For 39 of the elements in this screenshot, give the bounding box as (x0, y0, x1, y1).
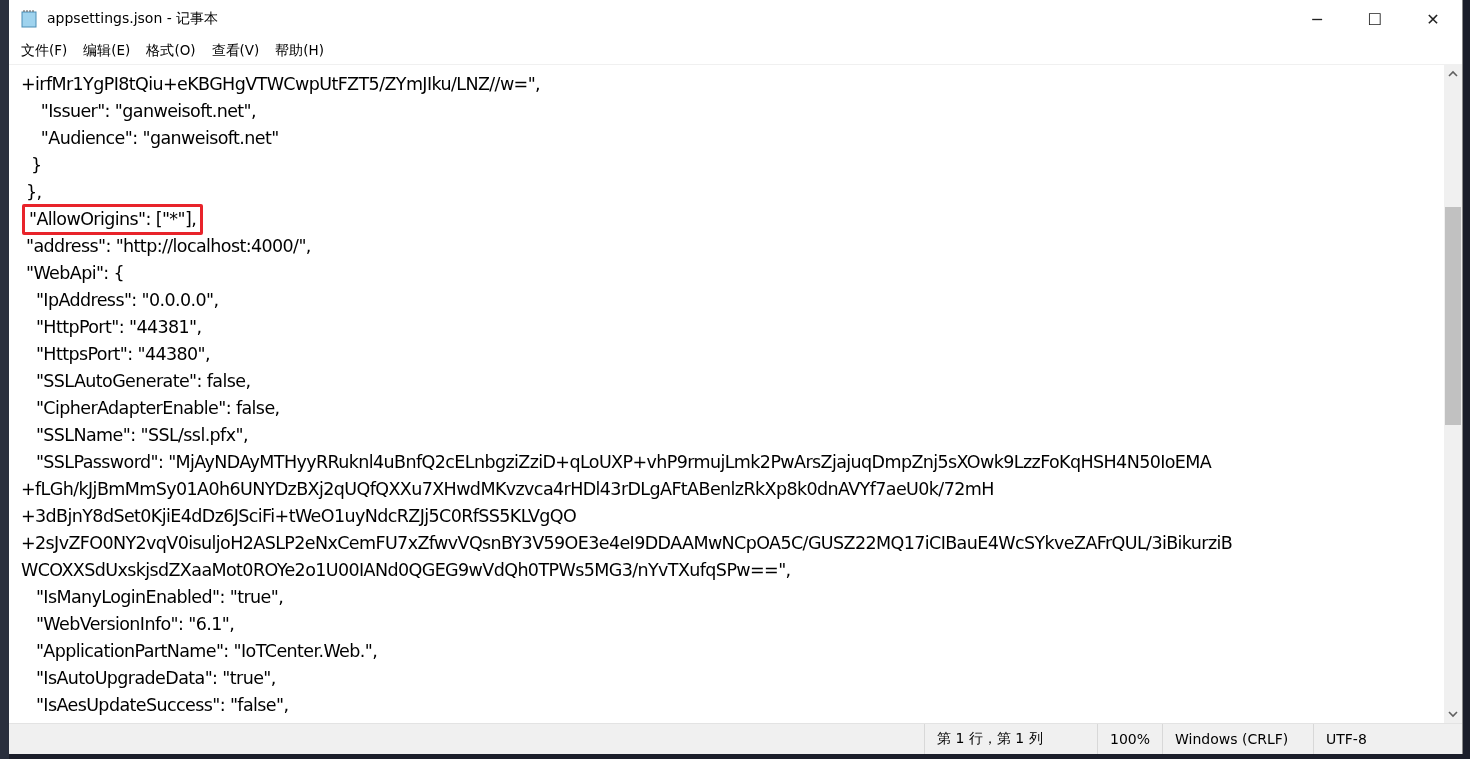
code-line: "IsManyLoginEnabled": "true", (34, 586, 285, 609)
code-line: "SSLAutoGenerate": false, (34, 370, 252, 393)
code-line: }, (24, 181, 43, 204)
menu-item[interactable]: 文件(F) (15, 40, 74, 62)
scrollbar[interactable] (1444, 65, 1462, 723)
scrollbar-thumb[interactable] (1445, 207, 1461, 425)
code-line: "address": "http://localhost:4000/", (24, 235, 312, 258)
code-line: WCOXXSdUxskjsdZXaaMot0ROYe2o1U00IANd0QGEG9wVdQh0TPWs5MG3/nYvTXufqSPw==", (20, 559, 792, 582)
code-line: "HttpPort": "44381", (34, 316, 203, 339)
zoom-level: 100% (1097, 724, 1162, 754)
code-line: +fLGh/kJjBmMmSy01A0h6UNYDzBXj2qUQfQXXu7XHwdMKvzvca4rHDl43rDLgAFtABenlzRkXp8k0dnAVYf7aeU0k/72mH (20, 478, 995, 501)
window-title: appsettings.json - 记事本 (47, 10, 220, 28)
code-line: } (29, 154, 43, 177)
maximize-button[interactable]: ☐ (1346, 0, 1404, 38)
notepad-icon (19, 9, 39, 29)
code-line: "IsAesUpdateSuccess": "false", (34, 694, 290, 717)
code-line: +2sJvZFO0NY2vqV0isuljoH2ASLP2eNxCemFU7xZfwvVQsnBY3V59OE3e4eI9DDAAMwNCpOA5C/GUSZ22MQ17iCIBauE4WcSYkveZAFrQUL/3iBikurziB (20, 532, 1234, 555)
close-button[interactable]: ✕ (1404, 0, 1462, 38)
code-line: "Issuer": "ganweisoft.net", (39, 100, 257, 123)
menu-item[interactable]: 格式(O) (140, 40, 202, 62)
menu-item[interactable]: 编辑(E) (77, 40, 137, 62)
code-line: "HttpsPort": "44380", (34, 343, 211, 366)
code-line: "IsAutoUpgradeData": "true", (34, 667, 277, 690)
cursor-position: 第 1 行，第 1 列 (924, 724, 1097, 754)
code-line: "SSLPassword": "MjAyNDAyMTHyyRRuknl4uBnfQ2cELnbgziZziD+qLoUXP+vhP9rmujLmk2PwArsZjajuqDmpZnj5sXOwk9LzzFoKqHSH4N50IoEMA (34, 451, 1213, 474)
code-line: "Audience": "ganweisoft.net" (39, 127, 280, 150)
code-line: +irfMr1YgPI8tQiu+eKBGHgVTWCwpUtFZT5/ZYmJIku/LNZ//w=", (20, 73, 542, 96)
code-line: "WebVersionInfo": "6.1", (34, 613, 236, 636)
minimize-button[interactable]: ─ (1288, 0, 1346, 38)
code-line: "ApplicationPartName": "IoTCenter.Web.", (34, 640, 379, 663)
menu-item[interactable]: 查看(V) (205, 40, 266, 62)
encoding: UTF-8 (1313, 724, 1438, 754)
code-line: +3dBjnY8dSet0KjiE4dDz6JSciFi+tWeO1uyNdcRZJj5C0RfSS5KLVgQO (20, 505, 578, 528)
code-line: "IpAddress": "0.0.0.0", (34, 289, 220, 312)
line-ending: Windows (CRLF) (1162, 724, 1313, 754)
menu-item[interactable]: 帮助(H) (269, 40, 331, 62)
code-line: "WebApi": { (24, 262, 126, 285)
code-line: "SSLName": "SSL/ssl.pfx", (34, 424, 249, 447)
code-line: "CipherAdapterEnable": false, (34, 397, 281, 420)
